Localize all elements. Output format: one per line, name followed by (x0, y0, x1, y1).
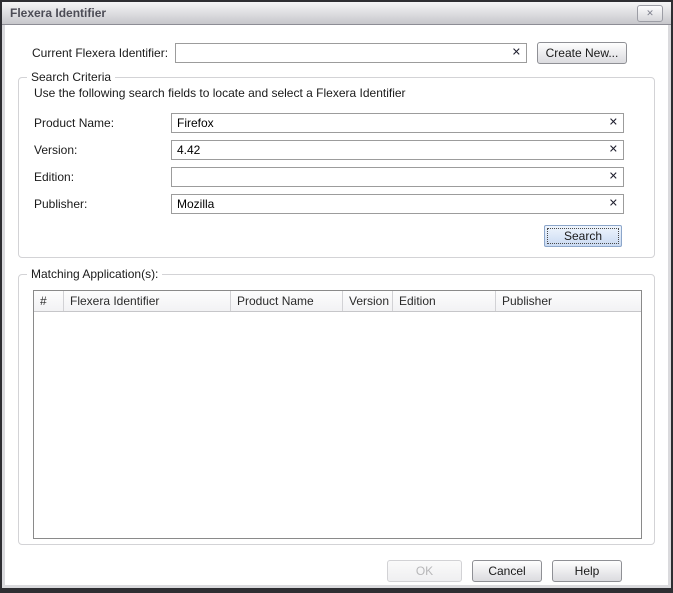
product-name-label: Product Name: (34, 116, 171, 130)
publisher-row: Publisher: ✕ (34, 194, 654, 214)
version-label: Version: (34, 143, 171, 157)
search-instruction: Use the following search fields to locat… (34, 86, 654, 100)
close-icon[interactable]: ✕ (637, 5, 663, 22)
product-name-row: Product Name: ✕ (34, 113, 654, 133)
edition-label: Edition: (34, 170, 171, 184)
flexera-identifier-dialog: Flexera Identifier ✕ Current Flexera Ide… (0, 0, 673, 593)
dialog-content: Current Flexera Identifier: ✕ Create New… (2, 25, 671, 588)
publisher-input[interactable] (171, 194, 624, 214)
column-header-edition[interactable]: Edition (393, 291, 496, 311)
version-input[interactable] (171, 140, 624, 160)
current-identifier-input[interactable] (175, 43, 527, 63)
footer-button-row: OK Cancel Help (5, 560, 622, 582)
clear-icon[interactable]: ✕ (609, 199, 618, 210)
results-table-header: # Flexera Identifier Product Name Versio… (34, 291, 641, 312)
results-table[interactable]: # Flexera Identifier Product Name Versio… (33, 290, 642, 539)
version-input-wrap: ✕ (171, 140, 624, 160)
current-identifier-label: Current Flexera Identifier: (32, 46, 175, 60)
current-identifier-row: Current Flexera Identifier: ✕ Create New… (32, 42, 655, 64)
matching-applications-groupbox: Matching Application(s): # Flexera Ident… (18, 267, 655, 545)
edition-row: Edition: ✕ (34, 167, 654, 187)
product-name-input-wrap: ✕ (171, 113, 624, 133)
clear-icon[interactable]: ✕ (609, 118, 618, 129)
dialog-title: Flexera Identifier (10, 6, 106, 20)
clear-icon[interactable]: ✕ (609, 172, 618, 183)
clear-icon[interactable]: ✕ (609, 145, 618, 156)
column-header-number[interactable]: # (34, 291, 64, 311)
version-row: Version: ✕ (34, 140, 654, 160)
search-criteria-legend: Search Criteria (27, 70, 115, 84)
column-header-publisher[interactable]: Publisher (496, 291, 641, 311)
clear-icon[interactable]: ✕ (512, 48, 521, 59)
title-bar[interactable]: Flexera Identifier ✕ (2, 2, 671, 25)
product-name-input[interactable] (171, 113, 624, 133)
matching-applications-legend: Matching Application(s): (27, 267, 162, 281)
create-new-button[interactable]: Create New... (537, 42, 627, 64)
help-button[interactable]: Help (552, 560, 622, 582)
publisher-input-wrap: ✕ (171, 194, 624, 214)
column-header-version[interactable]: Version (343, 291, 393, 311)
column-header-flexera-identifier[interactable]: Flexera Identifier (64, 291, 231, 311)
edition-input[interactable] (171, 167, 624, 187)
search-criteria-groupbox: Search Criteria Use the following search… (18, 70, 655, 258)
publisher-label: Publisher: (34, 197, 171, 211)
edition-input-wrap: ✕ (171, 167, 624, 187)
cancel-button[interactable]: Cancel (472, 560, 542, 582)
column-header-product-name[interactable]: Product Name (231, 291, 343, 311)
ok-button[interactable]: OK (387, 560, 462, 582)
search-button[interactable]: Search (544, 225, 622, 247)
search-button-row: Search (19, 225, 622, 247)
results-table-body[interactable] (34, 312, 641, 538)
current-identifier-input-wrap: ✕ (175, 43, 527, 63)
